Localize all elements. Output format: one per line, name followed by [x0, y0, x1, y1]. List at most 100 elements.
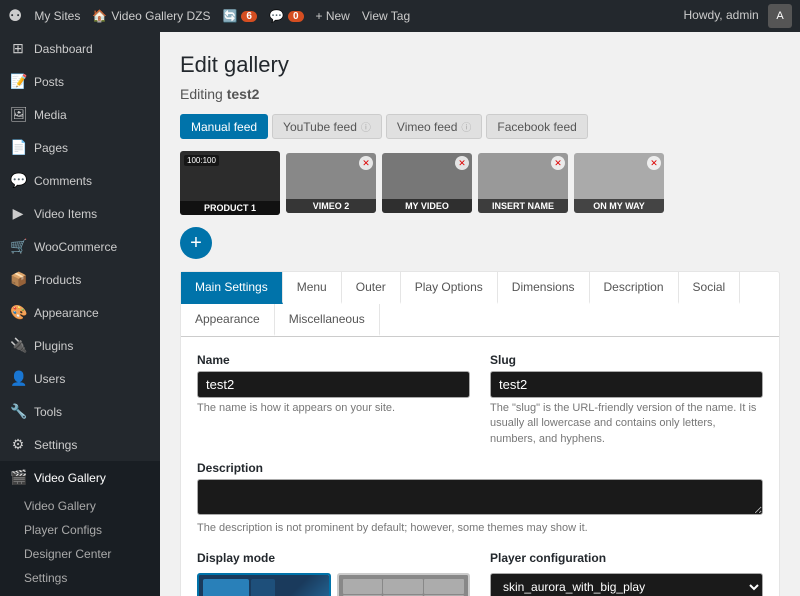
settings-icon: ⚙	[10, 436, 26, 453]
sidebar-item-dashboard[interactable]: ⊞ Dashboard	[0, 32, 160, 65]
tab-dimensions[interactable]: Dimensions	[498, 272, 590, 304]
video-thumb-4[interactable]: ✕ ON MY WAY	[574, 153, 664, 213]
thumb-remove-4[interactable]: ✕	[647, 156, 661, 170]
sidebar-item-products[interactable]: 📦 Products	[0, 263, 160, 296]
thumb-label-3: INSERT NAME	[478, 199, 568, 213]
sidebar-item-media[interactable]: 🖼 Media	[0, 98, 160, 131]
thumb-label-1: VIMEO 2	[286, 199, 376, 213]
users-icon: 👤	[10, 370, 26, 387]
thumb-label-2: MY VIDEO	[382, 199, 472, 213]
tab-description[interactable]: Description	[590, 272, 679, 304]
sidebar-label-pages: Pages	[34, 141, 68, 155]
youtube-info-icon: ⓘ	[361, 119, 371, 134]
comments-link[interactable]: 💬 0	[269, 9, 304, 23]
name-input[interactable]	[197, 371, 470, 398]
sidebar-submenu-item-player-configs[interactable]: Player Configs	[0, 518, 160, 542]
thumb-remove-2[interactable]: ✕	[455, 156, 469, 170]
layout: ⊞ Dashboard 📝 Posts 🖼 Media 📄 Pages 💬 Co…	[0, 32, 800, 596]
new-link[interactable]: + New	[316, 9, 350, 23]
display-mode-wall[interactable]: Wall	[337, 573, 471, 596]
comments-icon: 💬	[10, 172, 26, 189]
sidebar-label-appearance: Appearance	[34, 306, 99, 320]
sidebar-label-video-gallery: Video Gallery	[34, 471, 106, 485]
sidebar-item-settings[interactable]: ⚙ Settings	[0, 428, 160, 461]
updates-count: 6	[241, 11, 257, 22]
new-label: + New	[316, 9, 350, 23]
gallery-thumb-svg	[199, 575, 279, 596]
player-config-select[interactable]: skin_aurora_with_big_play	[490, 573, 763, 596]
site-name-label: Video Gallery DZS	[111, 9, 210, 23]
admin-bar: ⚉ My Sites 🏠 Video Gallery DZS 🔄 6 💬 0 +…	[0, 0, 800, 32]
description-label: Description	[197, 461, 763, 475]
name-group: Name The name is how it appears on your …	[197, 353, 470, 447]
thumb-remove-3[interactable]: ✕	[551, 156, 565, 170]
player-config-group: Player configuration skin_aurora_with_bi…	[490, 551, 763, 596]
appearance-icon: 🎨	[10, 304, 26, 321]
sidebar-item-video-gallery[interactable]: 🎬 Video Gallery	[0, 461, 160, 494]
dashboard-icon: ⊞	[10, 40, 26, 57]
sidebar-item-appearance[interactable]: 🎨 Appearance	[0, 296, 160, 329]
video-thumb-1[interactable]: ✕ VIMEO 2	[286, 153, 376, 213]
video-thumb-0[interactable]: 100:100 PRODUCT 1	[180, 151, 280, 215]
tab-outer[interactable]: Outer	[342, 272, 401, 304]
display-mode-group: Display mode	[197, 551, 470, 596]
add-video-area: +	[180, 227, 780, 259]
description-hint: The description is not prominent by defa…	[197, 521, 763, 536]
view-tag-link[interactable]: View Tag	[362, 9, 410, 23]
sidebar-item-woocommerce[interactable]: 🛒 WooCommerce	[0, 230, 160, 263]
display-player-row: Display mode	[197, 551, 763, 596]
admin-bar-right: Howdy, admin A	[684, 4, 792, 28]
feed-tab-facebook[interactable]: Facebook feed	[486, 114, 587, 139]
sidebar-item-comments[interactable]: 💬 Comments	[0, 164, 160, 197]
thumb-remove-1[interactable]: ✕	[359, 156, 373, 170]
tab-play-options[interactable]: Play Options	[401, 272, 498, 304]
grid-cell-2	[383, 579, 423, 594]
display-modes: Gallery	[197, 573, 470, 596]
site-name-link[interactable]: 🏠 Video Gallery DZS	[92, 9, 210, 23]
sidebar-item-plugins[interactable]: 🔌 Plugins	[0, 329, 160, 362]
name-hint: The name is how it appears on your site.	[197, 401, 470, 416]
sidebar-submenu-video-gallery: Video Gallery Player Configs Designer Ce…	[0, 494, 160, 596]
video-thumbs-area: 100:100 PRODUCT 1 ✕ VIMEO 2 ✕ MY VIDEO ✕…	[180, 151, 780, 215]
add-video-button[interactable]: +	[180, 227, 212, 259]
video-thumb-2[interactable]: ✕ MY VIDEO	[382, 153, 472, 213]
gallery-name: test2	[227, 86, 260, 102]
tab-miscellaneous[interactable]: Miscellaneous	[275, 304, 380, 336]
pages-icon: 📄	[10, 139, 26, 156]
slug-input[interactable]	[490, 371, 763, 398]
sidebar-item-tools[interactable]: 🔧 Tools	[0, 395, 160, 428]
description-input[interactable]	[197, 479, 763, 515]
tab-appearance[interactable]: Appearance	[181, 304, 275, 336]
feed-tabs: Manual feed YouTube feed ⓘ Vimeo feed ⓘ …	[180, 114, 780, 139]
tab-menu[interactable]: Menu	[283, 272, 342, 304]
sidebar-submenu-item-settings[interactable]: Settings	[0, 566, 160, 590]
tab-social[interactable]: Social	[679, 272, 741, 304]
sidebar-item-users[interactable]: 👤 Users	[0, 362, 160, 395]
feed-tab-manual[interactable]: Manual feed	[180, 114, 268, 139]
page-title: Edit gallery	[180, 52, 780, 78]
admin-bar-left: ⚉ My Sites 🏠 Video Gallery DZS 🔄 6 💬 0 +…	[8, 6, 410, 26]
updates-link[interactable]: 🔄 6	[222, 9, 257, 23]
woocommerce-icon: 🛒	[10, 238, 26, 255]
player-config-label: Player configuration	[490, 551, 763, 565]
wp-logo[interactable]: ⚉	[8, 6, 22, 26]
feed-tab-youtube-label: YouTube feed	[283, 120, 357, 134]
sidebar-label-tools: Tools	[34, 405, 62, 419]
sidebar-submenu-item-video-gallery[interactable]: Video Gallery	[0, 494, 160, 518]
sidebar-item-pages[interactable]: 📄 Pages	[0, 131, 160, 164]
sidebar-item-video-items[interactable]: ▶ Video Items	[0, 197, 160, 230]
video-thumb-3[interactable]: ✕ INSERT NAME	[478, 153, 568, 213]
update-icon: 🔄	[222, 9, 237, 23]
tab-main-settings[interactable]: Main Settings	[181, 272, 283, 304]
sidebar-submenu-item-autoupdater[interactable]: Autoupdater	[0, 590, 160, 596]
sidebar-submenu-item-designer-center[interactable]: Designer Center	[0, 542, 160, 566]
display-mode-gallery[interactable]: Gallery	[197, 573, 331, 596]
my-sites-link[interactable]: My Sites	[34, 9, 80, 23]
sidebar-item-posts[interactable]: 📝 Posts	[0, 65, 160, 98]
tools-icon: 🔧	[10, 403, 26, 420]
products-icon: 📦	[10, 271, 26, 288]
feed-tab-youtube[interactable]: YouTube feed ⓘ	[272, 114, 382, 139]
feed-tab-vimeo[interactable]: Vimeo feed ⓘ	[386, 114, 483, 139]
sidebar-label-dashboard: Dashboard	[34, 42, 93, 56]
view-tag-label: View Tag	[362, 9, 410, 23]
